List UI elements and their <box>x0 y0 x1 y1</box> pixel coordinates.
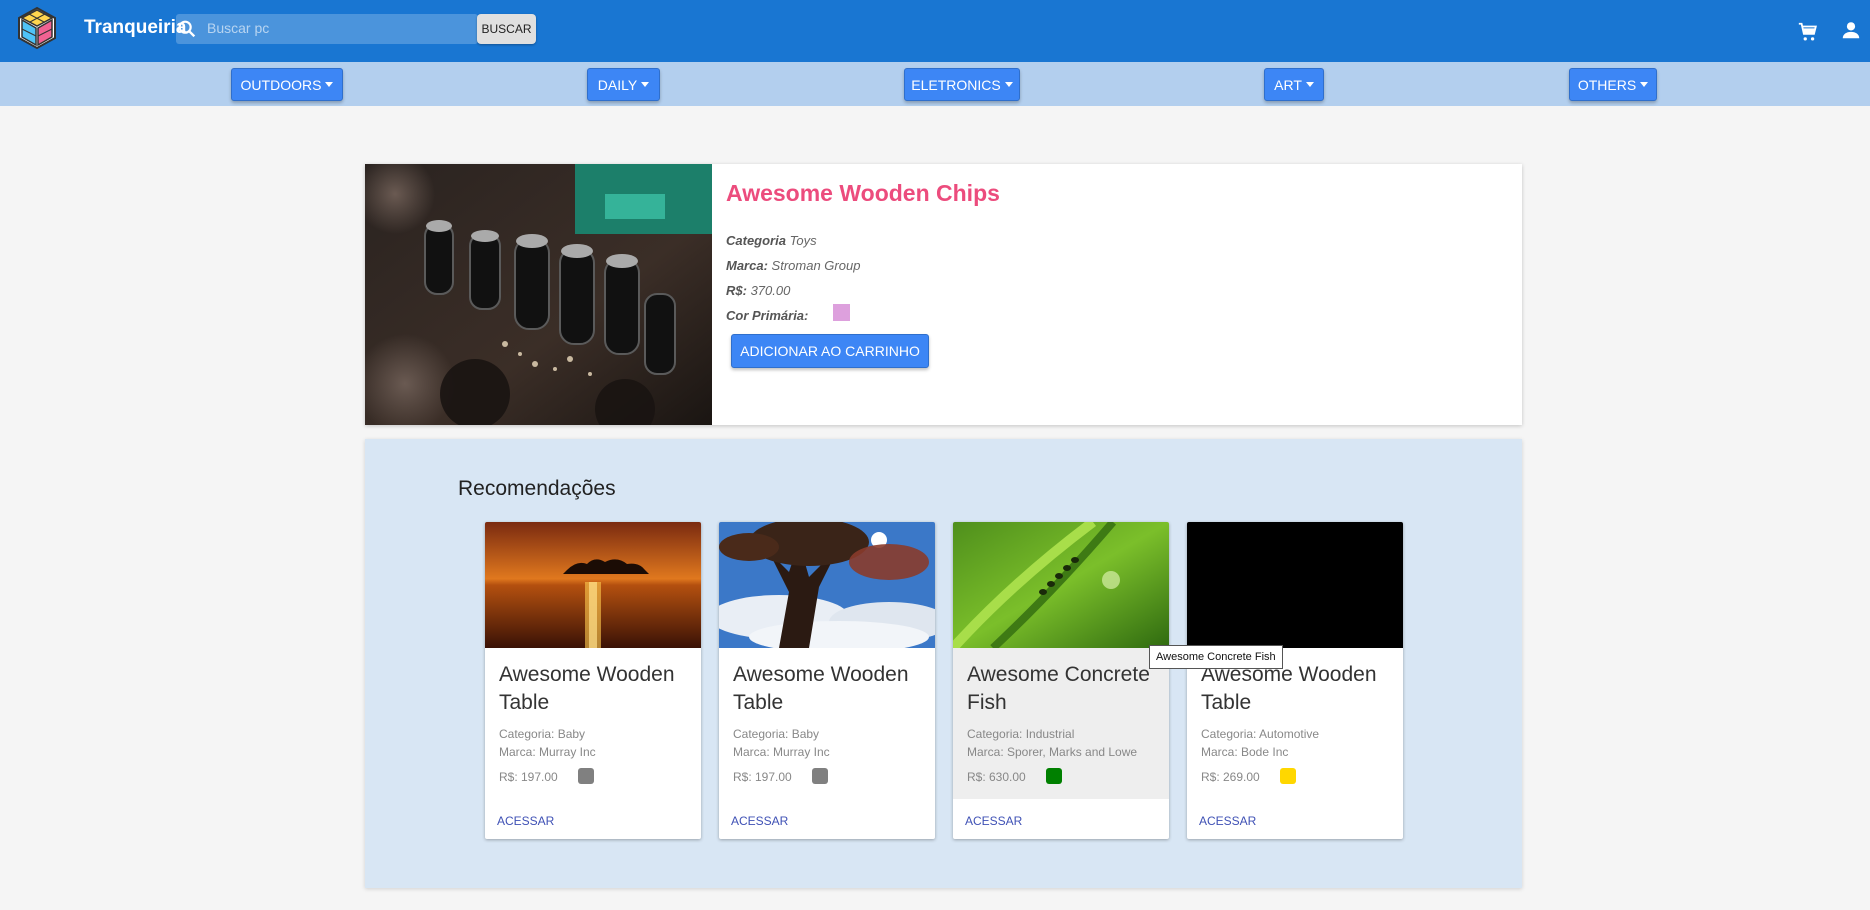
card-body: Awesome Wooden Table Categoria: Baby Mar… <box>719 648 935 799</box>
product-title: Awesome Wooden Chips <box>726 180 1000 206</box>
green-grass-image <box>953 522 1169 648</box>
search-button[interactable]: BUSCAR <box>477 14 536 44</box>
card-price: R$: 197.00 <box>733 770 792 784</box>
card-brand: Marca: Murray Inc <box>499 745 596 759</box>
product-primary-color-label: Cor Primária: <box>726 308 809 323</box>
cart-icon[interactable] <box>1797 21 1819 43</box>
card-brand: Marca: Sporer, Marks and Lowe <box>967 745 1138 759</box>
tooltip: Awesome Concrete Fish <box>1149 645 1283 669</box>
card-title: Awesome Wooden Table <box>733 663 909 714</box>
card-category: Categoria: Baby <box>733 727 820 741</box>
card-title: Awesome Wooden Table <box>1201 663 1377 714</box>
recommendation-card[interactable]: Awesome Wooden Table Categoria: Baby Mar… <box>485 522 701 839</box>
recommendations-title: Recomendações <box>458 477 616 500</box>
search-input[interactable]: Buscar pc <box>207 20 269 36</box>
user-icon[interactable] <box>1840 19 1862 41</box>
card-price: R$: 269.00 <box>1201 770 1260 784</box>
card-body: Awesome Concrete Fish Categoria: Industr… <box>953 648 1169 799</box>
caret-down-icon <box>325 82 334 87</box>
recommendation-card[interactable]: Awesome Concrete Fish Categoria: Industr… <box>953 522 1169 839</box>
category-others-button[interactable]: OTHERS <box>1569 68 1657 101</box>
product-brand: Marca: Stroman Group <box>726 258 861 273</box>
card-body: Awesome Wooden Table Categoria: Automoti… <box>1187 648 1403 799</box>
card-category: Categoria: Automotive <box>1201 727 1320 741</box>
card-body: Awesome Wooden Table Categoria: Baby Mar… <box>485 648 701 799</box>
recommendation-card[interactable]: Awesome Wooden Table Categoria: Automoti… <box>1187 522 1403 839</box>
card-color-swatch <box>1046 768 1062 784</box>
card-title: Awesome Concrete Fish <box>967 663 1150 714</box>
category-daily-button[interactable]: DAILY <box>587 68 660 101</box>
primary-color-swatch <box>833 304 850 321</box>
card-price: R$: 630.00 <box>967 770 1026 784</box>
add-to-cart-button[interactable]: ADICIONAR AO CARRINHO <box>731 334 929 368</box>
recommendation-card[interactable]: Awesome Wooden Table Categoria: Baby Mar… <box>719 522 935 839</box>
card-access-link[interactable]: ACESSAR <box>497 814 554 828</box>
caret-down-icon <box>1640 82 1649 87</box>
category-art-button[interactable]: ART <box>1264 68 1324 101</box>
brand-name[interactable]: Tranqueiria <box>84 17 186 39</box>
card-color-swatch <box>578 768 594 784</box>
black-image <box>1187 522 1403 648</box>
card-color-swatch <box>812 768 828 784</box>
card-category: Categoria: Baby <box>499 727 586 741</box>
caret-down-icon <box>1305 82 1314 87</box>
caret-down-icon <box>1004 82 1013 87</box>
card-title: Awesome Wooden Table <box>499 663 675 714</box>
tree-sky-image <box>719 522 935 648</box>
card-access-link[interactable]: ACESSAR <box>965 814 1022 828</box>
card-brand: Marca: Murray Inc <box>733 745 830 759</box>
product-image <box>365 164 712 425</box>
card-color-swatch <box>1280 768 1296 784</box>
product-price: R$: 370.00 <box>726 283 791 298</box>
sunset-lake-image <box>485 522 701 648</box>
search-icon <box>178 20 196 38</box>
caret-down-icon <box>641 82 650 87</box>
product-card: Awesome Wooden Chips Categoria Toys Marc… <box>365 164 1522 425</box>
card-access-link[interactable]: ACESSAR <box>731 814 788 828</box>
category-eletronics-button[interactable]: ELETRONICS <box>904 68 1020 101</box>
recommendations-panel: Recomendações Awesome Wooden Table Categ… <box>365 439 1522 888</box>
product-category: Categoria Toys <box>726 233 817 248</box>
card-access-link[interactable]: ACESSAR <box>1199 814 1256 828</box>
card-category: Categoria: Industrial <box>967 727 1075 741</box>
category-outdoors-button[interactable]: OUTDOORS <box>231 68 343 101</box>
logo-cube-icon[interactable] <box>14 5 60 51</box>
card-brand: Marca: Bode Inc <box>1201 745 1289 759</box>
card-price: R$: 197.00 <box>499 770 558 784</box>
